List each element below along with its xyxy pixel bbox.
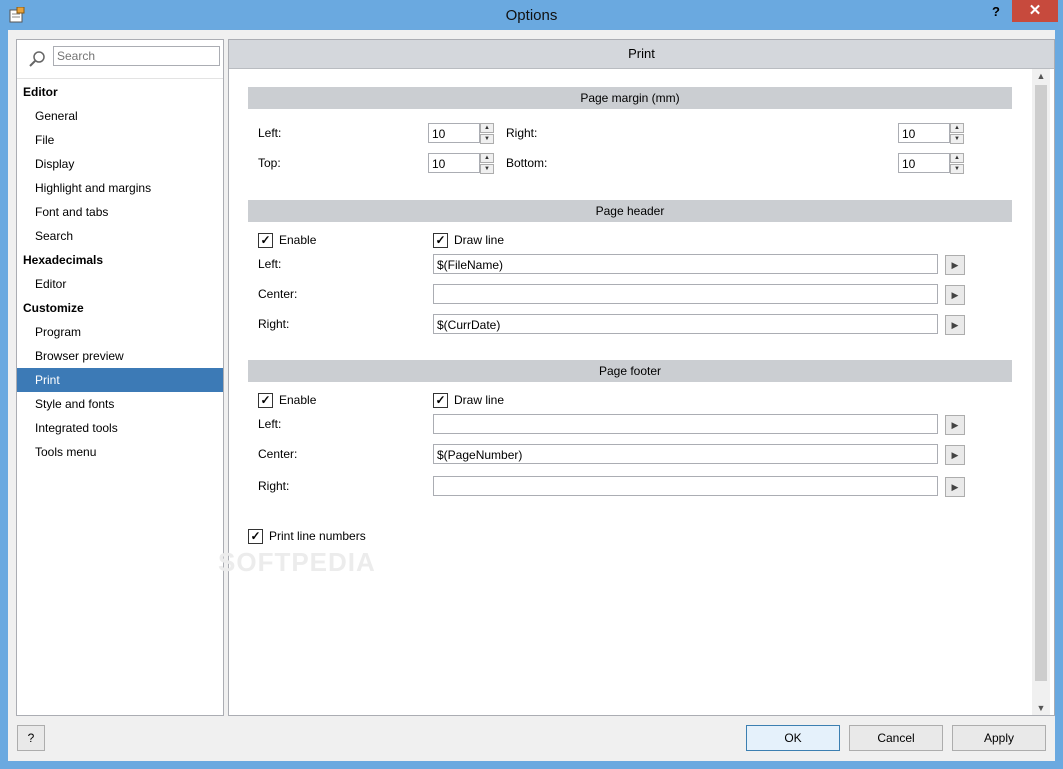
play-arrow-icon[interactable]: ▶ (945, 415, 965, 435)
tree-group[interactable]: Editor (17, 80, 223, 104)
header-right-field[interactable]: $(CurrDate) (433, 314, 938, 334)
title-help-button[interactable]: ? (986, 2, 1006, 22)
tree-item[interactable]: Display (17, 152, 223, 176)
spin-down-icon[interactable]: ▼ (480, 164, 494, 174)
footer-left-label: Left: (258, 417, 282, 431)
spin-down-icon[interactable]: ▼ (950, 134, 964, 144)
margin-bottom-label: Bottom: (506, 156, 548, 170)
footer-enable-label: Enable (279, 393, 317, 407)
play-arrow-icon[interactable]: ▶ (945, 255, 965, 275)
spin-up-icon[interactable]: ▲ (480, 153, 494, 163)
search-bar (17, 40, 223, 79)
button-bar: ? OK Cancel Apply (8, 720, 1055, 761)
margin-bottom-field[interactable]: 10 (898, 153, 950, 173)
ok-button[interactable]: OK (746, 725, 840, 751)
play-arrow-icon[interactable]: ▶ (945, 285, 965, 305)
margin-right-field[interactable]: 10 (898, 123, 950, 143)
tree-item[interactable]: Font and tabs (17, 200, 223, 224)
print-line-numbers-checkbox[interactable]: ✓ (248, 529, 263, 544)
header-center-field[interactable] (433, 284, 938, 304)
tree-item[interactable]: Print (17, 368, 223, 392)
tree-item[interactable]: Program (17, 320, 223, 344)
close-button[interactable]: ✕ (1012, 0, 1058, 22)
spin-up-icon[interactable]: ▲ (950, 123, 964, 133)
footer-center-field[interactable]: $(PageNumber) (433, 444, 938, 464)
play-arrow-icon[interactable]: ▶ (945, 477, 965, 497)
footer-drawline-checkbox[interactable]: ✓ (433, 393, 448, 408)
category-panel: EditorGeneralFileDisplayHighlight and ma… (16, 39, 224, 716)
tree-item[interactable]: General (17, 104, 223, 128)
footer-drawline-label: Draw line (454, 393, 505, 407)
margin-top-label: Top: (258, 156, 281, 170)
panel-title: Print (229, 40, 1054, 69)
page-margin-header: Page margin (mm) (248, 87, 1012, 109)
title-bar: Options ? ✕ (0, 0, 1063, 30)
scroll-up-icon[interactable]: ▲ (1032, 69, 1050, 83)
search-icon (29, 51, 45, 67)
margin-top-field[interactable]: 10 (428, 153, 480, 173)
tree-group[interactable]: Hexadecimals (17, 248, 223, 272)
spin-down-icon[interactable]: ▼ (950, 164, 964, 174)
tree-item[interactable]: Search (17, 224, 223, 248)
header-right-label: Right: (258, 317, 290, 331)
header-drawline-label: Draw line (454, 233, 505, 247)
scroll-thumb[interactable] (1035, 85, 1047, 681)
vertical-scrollbar[interactable]: ▲ ▼ (1032, 69, 1050, 715)
header-left-label: Left: (258, 257, 282, 271)
tree-item[interactable]: Highlight and margins (17, 176, 223, 200)
search-input[interactable] (53, 46, 220, 66)
spin-up-icon[interactable]: ▲ (950, 153, 964, 163)
tree-item[interactable]: Tools menu (17, 440, 223, 464)
margin-right-label: Right: (506, 126, 538, 140)
spin-up-icon[interactable]: ▲ (480, 123, 494, 133)
header-enable-label: Enable (279, 233, 317, 247)
options-window: Options ? ✕ EditorGeneralFileDisplayHigh… (0, 0, 1063, 769)
header-center-label: Center: (258, 287, 298, 301)
page-header-header: Page header (248, 200, 1012, 222)
play-arrow-icon[interactable]: ▶ (945, 315, 965, 335)
margin-top-spinner[interactable]: ▲ ▼ (480, 153, 494, 174)
margin-left-spinner[interactable]: ▲ ▼ (480, 123, 494, 144)
help-button[interactable]: ? (17, 725, 45, 751)
margin-bottom-spinner[interactable]: ▲ ▼ (950, 153, 964, 174)
watermark-logo: SOFTPEDIA (218, 547, 376, 577)
tree-item[interactable]: Integrated tools (17, 416, 223, 440)
scroll-down-icon[interactable]: ▼ (1032, 701, 1050, 715)
apply-button[interactable]: Apply (952, 725, 1046, 751)
spin-down-icon[interactable]: ▼ (480, 134, 494, 144)
tree-item[interactable]: Browser preview (17, 344, 223, 368)
header-left-field[interactable]: $(FileName) (433, 254, 938, 274)
margin-left-field[interactable]: 10 (428, 123, 480, 143)
window-title: Options (505, 7, 558, 24)
footer-enable-checkbox[interactable]: ✓ (258, 393, 273, 408)
print-line-numbers-label: Print line numbers (269, 529, 366, 543)
margin-right-spinner[interactable]: ▲ ▼ (950, 123, 964, 144)
tree-group[interactable]: Customize (17, 296, 223, 320)
dialog-body: EditorGeneralFileDisplayHighlight and ma… (8, 30, 1055, 761)
footer-right-field[interactable] (433, 476, 938, 496)
play-arrow-icon[interactable]: ▶ (945, 445, 965, 465)
cancel-button[interactable]: Cancel (849, 725, 943, 751)
tree-item[interactable]: Editor (17, 272, 223, 296)
footer-right-label: Right: (258, 479, 290, 493)
header-drawline-checkbox[interactable]: ✓ (433, 233, 448, 248)
tree-item[interactable]: File (17, 128, 223, 152)
margin-left-label: Left: (258, 126, 282, 140)
header-enable-checkbox[interactable]: ✓ (258, 233, 273, 248)
footer-center-label: Center: (258, 447, 298, 461)
category-tree: Editor General File Display Highlight and ma… (17, 80, 223, 464)
page-footer-header: Page footer (248, 360, 1012, 382)
tree-item[interactable]: Style and fonts (17, 392, 223, 416)
footer-left-field[interactable] (433, 414, 938, 434)
settings-panel: Print ▲ ▼ Page margin (mm) Left: 10 ▲ ▼ R… (228, 39, 1055, 716)
